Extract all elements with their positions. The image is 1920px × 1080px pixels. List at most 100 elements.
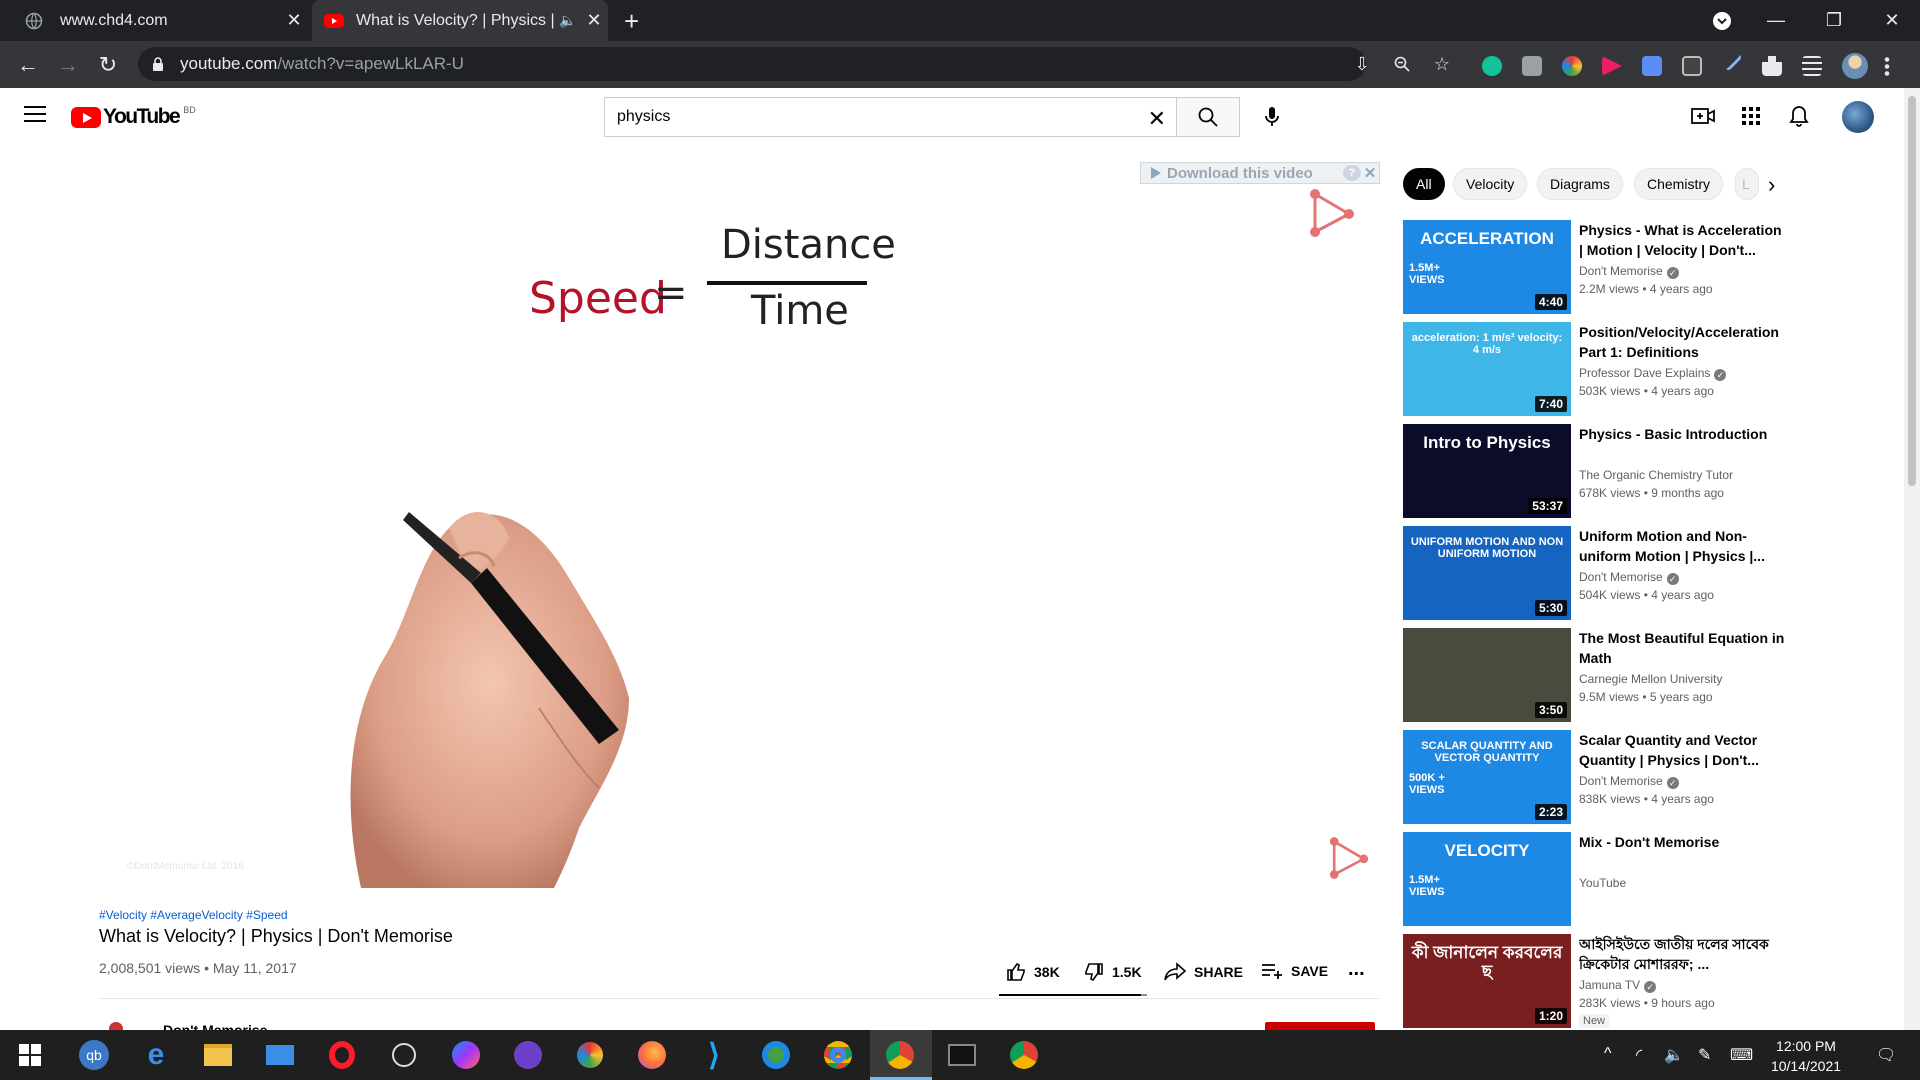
chip-chemistry[interactable]: Chemistry — [1634, 168, 1724, 200]
channel-avatar[interactable] — [109, 1022, 123, 1030]
firefox-icon[interactable] — [636, 1039, 668, 1071]
download-label[interactable]: Download this video — [1167, 165, 1313, 182]
restore-window-icon[interactable]: ❐ — [1806, 0, 1862, 41]
zoom-icon[interactable] — [1391, 53, 1413, 75]
dislike-button[interactable]: 1.5K — [1084, 962, 1142, 982]
forward-icon[interactable]: → — [52, 49, 84, 81]
channel-name[interactable]: Don't Memorise — [163, 1022, 267, 1030]
bookmark-star-icon[interactable]: ☆ — [1431, 53, 1453, 75]
video-hashtags[interactable]: #Velocity #AverageVelocity #Speed — [99, 908, 288, 922]
messenger-icon[interactable] — [450, 1039, 482, 1071]
grammarly-extension-icon[interactable] — [1482, 56, 1502, 76]
notifications-bell-icon[interactable] — [1785, 102, 1813, 130]
video-thumbnail[interactable]: VELOCITY 1.5M+ VIEWS — [1403, 832, 1571, 926]
create-video-icon[interactable] — [1689, 102, 1717, 130]
profile-avatar-icon[interactable] — [1842, 53, 1868, 79]
satellite-app-icon[interactable] — [388, 1039, 420, 1071]
download-video-bar[interactable]: Download this video ? ✕ — [1140, 162, 1380, 184]
keyboard-icon[interactable]: ⌨ — [1730, 1045, 1753, 1065]
video-player[interactable]: Speed = Distance Time ©DontMemorise Ltd.… — [99, 168, 1379, 888]
clear-search-icon[interactable]: ✕ — [1148, 106, 1166, 132]
download-help-icon[interactable]: ? — [1343, 165, 1361, 181]
recommended-video[interactable]: acceleration: 1 m/s² velocity: 4 m/s 7:40… — [1403, 322, 1883, 416]
address-bar[interactable]: youtube.com/watch?v=apewLkLAR-U — [138, 47, 1366, 81]
recommended-video[interactable]: UNIFORM MOTION AND NON UNIFORM MOTION 5:3… — [1403, 526, 1883, 620]
chip-diagrams[interactable]: Diagrams — [1537, 168, 1623, 200]
tab-search-icon[interactable] — [1694, 0, 1750, 41]
recommended-video[interactable]: ACCELERATION 1.5M+ VIEWS 4:40 Physics - Wha… — [1403, 220, 1883, 314]
screen-extension-icon[interactable] — [1682, 56, 1702, 76]
tray-overflow-icon[interactable]: ^ — [1604, 1045, 1612, 1063]
chrome-active-icon[interactable] — [884, 1039, 916, 1071]
chip-next-icon[interactable]: › — [1768, 172, 1775, 198]
chrome-menu-icon[interactable] — [1884, 56, 1890, 76]
recommended-channel-name[interactable]: Jamuna TV ✓ — [1579, 978, 1657, 993]
chrome-profile-2-icon[interactable] — [1008, 1039, 1040, 1071]
new-tab-button[interactable]: + — [624, 6, 639, 37]
recommended-channel-name[interactable]: Professor Dave Explains ✓ — [1579, 366, 1727, 381]
terminal-icon[interactable] — [946, 1039, 978, 1071]
mail-icon[interactable] — [264, 1039, 296, 1071]
account-avatar[interactable] — [1842, 101, 1874, 133]
video-thumbnail[interactable]: UNIFORM MOTION AND NON UNIFORM MOTION 5:3… — [1403, 526, 1571, 620]
voice-search-button[interactable] — [1256, 101, 1288, 133]
recommended-video[interactable]: SCALAR QUANTITY AND VECTOR QUANTITY 500K … — [1403, 730, 1883, 824]
video-thumbnail[interactable]: 3:50 — [1403, 628, 1571, 722]
download-close-icon[interactable]: ✕ — [1361, 164, 1379, 182]
github-desktop-icon[interactable] — [512, 1039, 544, 1071]
recommended-channel-name[interactable]: The Organic Chemistry Tutor — [1579, 468, 1733, 482]
tab-chd4[interactable]: www.chd4.com ✕ — [0, 0, 308, 41]
youtube-logo[interactable]: YouTube BD — [71, 105, 196, 129]
more-actions-button[interactable]: ... — [1348, 958, 1365, 981]
colorful-extension-icon[interactable] — [1562, 56, 1582, 76]
recommended-video[interactable]: Intro to Physics 53:37 Physics - Basic Int… — [1403, 424, 1883, 518]
video-thumbnail[interactable]: ACCELERATION 1.5M+ VIEWS 4:40 — [1403, 220, 1571, 314]
search-input[interactable] — [605, 98, 1105, 136]
recommended-video-title[interactable]: আইসিইউতে জাতীয় দলের সাবেক ক্রিকেটার মোশ… — [1579, 934, 1789, 974]
recommended-video-title[interactable]: Mix - Don't Memorise — [1579, 832, 1789, 852]
video-thumbnail[interactable]: কী জানালেন করবলের ছ 1:20 — [1403, 934, 1571, 1028]
camera-extension-icon[interactable] — [1522, 56, 1542, 76]
recommended-video[interactable]: কী জানালেন করবলের ছ 1:20 আইসিইউতে জাতীয় দ… — [1403, 934, 1883, 1028]
vscode-icon[interactable]: ⟩ — [698, 1039, 730, 1072]
opera-browser-icon[interactable] — [326, 1039, 358, 1071]
chrome-profile-1-icon[interactable] — [822, 1039, 854, 1071]
reload-icon[interactable]: ↻ — [92, 49, 124, 81]
chip-velocity[interactable]: Velocity — [1453, 168, 1528, 200]
recommended-video-title[interactable]: Scalar Quantity and Vector Quantity | Ph… — [1579, 730, 1789, 770]
tab-youtube[interactable]: What is Velocity? | Physics | D 🔈 ✕ — [312, 0, 608, 41]
recommended-channel-name[interactable]: YouTube — [1579, 876, 1626, 890]
back-icon[interactable]: ← — [12, 49, 44, 81]
minimize-window-icon[interactable]: — — [1748, 0, 1804, 41]
volume-icon[interactable]: 🔈 — [1664, 1045, 1684, 1065]
file-explorer-icon[interactable] — [202, 1039, 234, 1071]
share-button[interactable]: SHARE — [1164, 962, 1243, 982]
paint-app-icon[interactable] — [574, 1039, 606, 1071]
taskbar-clock[interactable]: 12:00 PM 10/14/2021 — [1756, 1036, 1856, 1076]
recommended-video-title[interactable]: Physics - Basic Introduction — [1579, 424, 1789, 444]
close-tab-icon[interactable]: ✕ — [280, 10, 308, 31]
download-extension-icon[interactable] — [1642, 56, 1662, 76]
chip-all[interactable]: All — [1403, 168, 1445, 200]
page-scrollbar[interactable] — [1904, 88, 1920, 1030]
recommended-channel-name[interactable]: Don't Memorise ✓ — [1579, 264, 1679, 279]
scrollbar-thumb[interactable] — [1908, 96, 1916, 486]
pen-ink-icon[interactable]: ✎ — [1698, 1045, 1711, 1065]
windows-start-icon[interactable] — [14, 1039, 46, 1071]
globe-app-icon[interactable] — [760, 1039, 792, 1071]
save-button[interactable]: SAVE — [1261, 962, 1328, 980]
chip-more[interactable]: L — [1735, 168, 1759, 200]
reading-list-icon[interactable] — [1802, 56, 1822, 76]
recommended-video[interactable]: VELOCITY 1.5M+ VIEWS Mix - Don't Memorise Y… — [1403, 832, 1883, 926]
speaker-mute-icon[interactable]: 🔈 — [556, 12, 580, 29]
notification-center-icon[interactable]: 🗨 — [1876, 1045, 1896, 1065]
wifi-icon[interactable]: ◜ — [1636, 1045, 1642, 1065]
recommended-channel-name[interactable]: Don't Memorise ✓ — [1579, 570, 1679, 585]
video-thumbnail[interactable]: Intro to Physics 53:37 — [1403, 424, 1571, 518]
apps-grid-icon[interactable] — [1737, 102, 1765, 130]
qbittorrent-icon[interactable]: qb — [78, 1039, 110, 1071]
search-button[interactable] — [1176, 97, 1240, 137]
install-app-icon[interactable]: ⇩ — [1351, 53, 1373, 75]
menu-icon[interactable] — [24, 106, 46, 124]
close-window-icon[interactable]: ✕ — [1864, 0, 1920, 41]
